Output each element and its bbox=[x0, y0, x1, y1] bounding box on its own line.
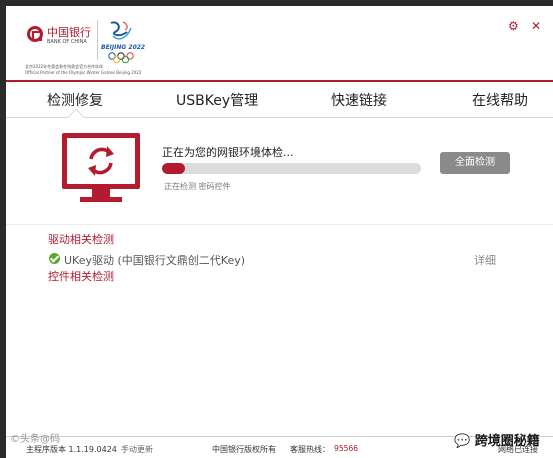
bank-logo: 中国银行 BANK OF CHINA BEIJING 2022 北京2022年冬… bbox=[21, 18, 145, 78]
version-text: 主程序版本 1.1.19.0424 bbox=[26, 445, 117, 454]
tab-quick-links[interactable]: 快速链接 bbox=[331, 90, 387, 110]
beijing-2022-emblem-icon bbox=[110, 21, 132, 40]
left-watermark: ©头条@码 bbox=[10, 434, 60, 445]
driver-category-title: 驱动相关检测 bbox=[48, 233, 114, 246]
ukey-driver-item: UKey驱动 (中国银行文鼎创二代Key) bbox=[64, 254, 246, 267]
tab-online-help[interactable]: 在线帮助 bbox=[472, 90, 528, 110]
scan-status-title: 正在为您的网银环境体检... bbox=[162, 146, 294, 159]
hotline-label: 客服热线： bbox=[290, 445, 330, 454]
control-category-title: 控件相关检测 bbox=[48, 270, 114, 283]
tab-underline bbox=[6, 117, 553, 118]
close-icon[interactable]: ✕ bbox=[531, 20, 541, 32]
settings-icon[interactable]: ⚙ bbox=[508, 20, 519, 32]
copyright-text: 中国银行版权所有 bbox=[212, 445, 276, 454]
partner-text-en: Official Partner of the Olympic Winter G… bbox=[25, 70, 142, 75]
monitor-refresh-icon bbox=[62, 133, 140, 202]
full-scan-button[interactable]: 全面检测 bbox=[440, 152, 510, 174]
detail-link[interactable]: 详细 bbox=[474, 252, 496, 268]
official-partner-text: 北京2022年冬奥会和冬残奥会官方合作伙伴 Official Partner o… bbox=[25, 64, 141, 76]
wechat-icon: 💬 bbox=[454, 434, 471, 449]
main-tabs: 检测修复 USBKey管理 快速链接 在线帮助 bbox=[6, 80, 553, 126]
scan-progress-fill bbox=[162, 163, 186, 174]
wechat-watermark: 💬 跨境圈秘籍 bbox=[454, 430, 540, 449]
active-tab-indicator bbox=[67, 108, 85, 126]
olympic-rings-icon bbox=[108, 52, 134, 64]
app-window: 中国银行 BANK OF CHINA BEIJING 2022 北京2022年冬… bbox=[6, 6, 553, 458]
logo-divider bbox=[97, 20, 98, 60]
tab-detect-repair[interactable]: 检测修复 bbox=[47, 90, 103, 110]
boc-emblem-icon bbox=[27, 26, 43, 42]
bank-name-en: BANK OF CHINA bbox=[47, 39, 87, 45]
manual-update-link[interactable]: 手动更新 bbox=[121, 444, 153, 455]
tab-usbkey-manage[interactable]: USBKey管理 bbox=[176, 90, 258, 110]
hotline-number: 95566 bbox=[334, 444, 359, 453]
section-divider bbox=[6, 224, 553, 225]
scan-progress-bar bbox=[162, 163, 421, 174]
check-ok-icon bbox=[49, 253, 60, 264]
wechat-watermark-text: 跨境圈秘籍 bbox=[474, 434, 540, 449]
beijing-2022-text: BEIJING 2022 bbox=[101, 44, 146, 51]
scan-current-item: 正在检测 密码控件 bbox=[164, 182, 231, 191]
bank-name-cn: 中国银行 bbox=[47, 26, 91, 39]
